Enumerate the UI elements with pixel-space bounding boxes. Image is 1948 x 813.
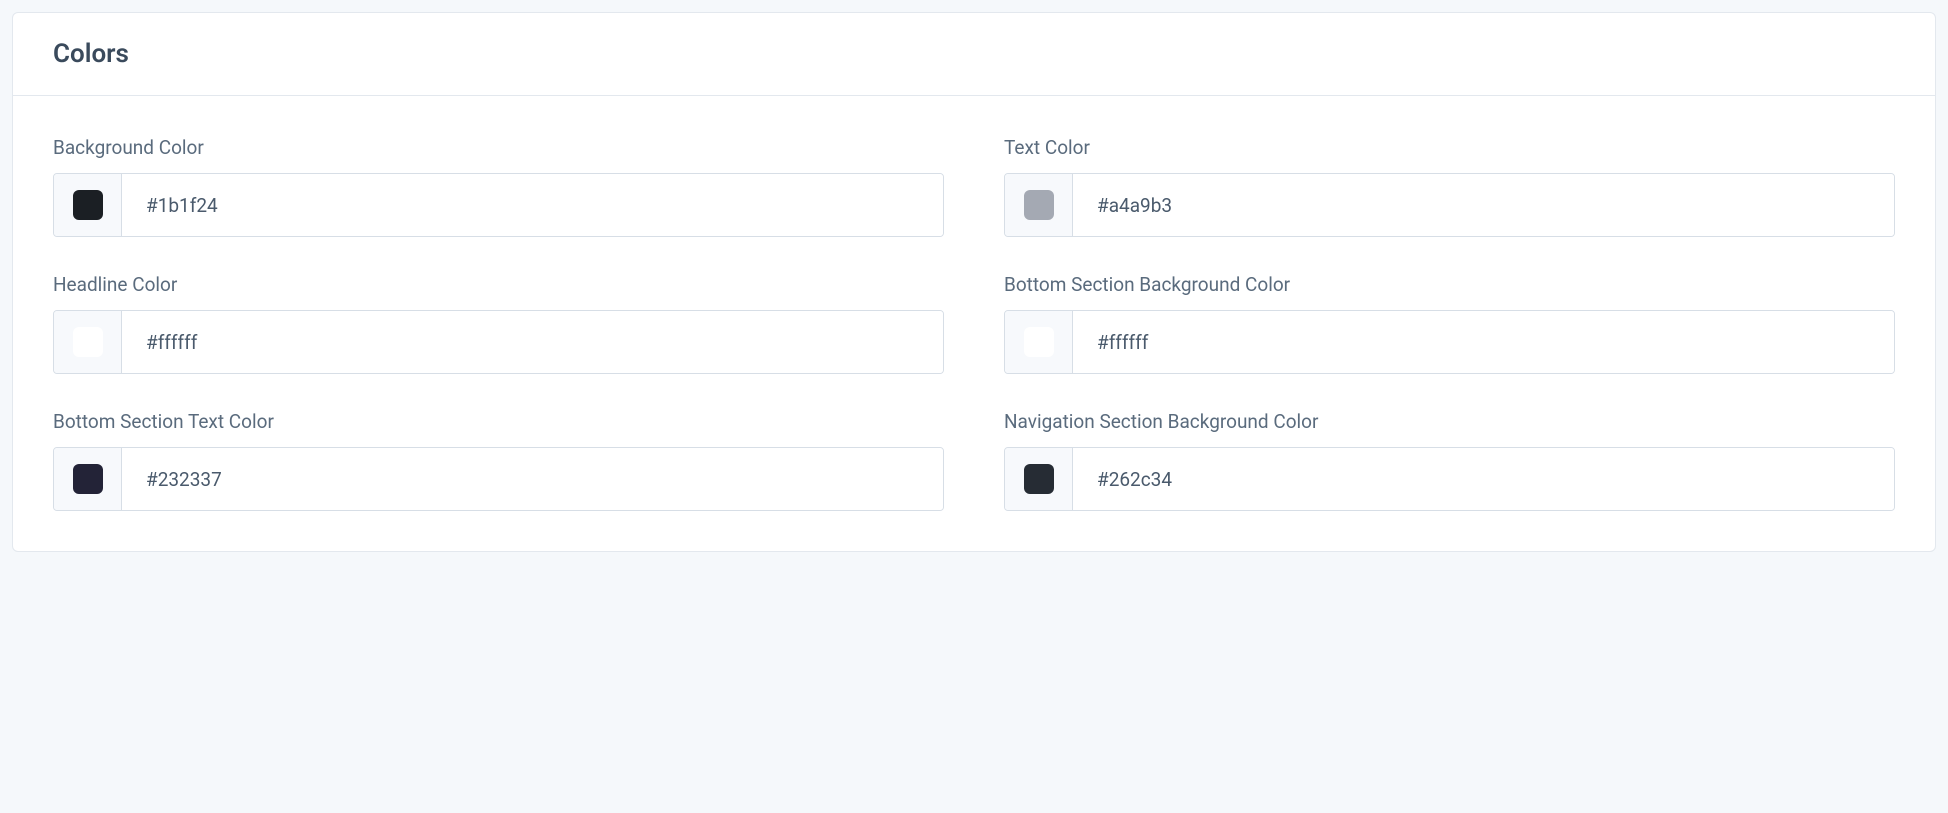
color-input-group <box>1004 310 1895 374</box>
color-value-input[interactable] <box>122 174 943 236</box>
color-input-group <box>1004 447 1895 511</box>
color-fields-grid: Background Color Text Color <box>53 136 1895 511</box>
color-input-group <box>53 310 944 374</box>
colors-card: Colors Background Color Text Color <box>12 12 1936 552</box>
swatch-container <box>1005 174 1073 236</box>
color-swatch[interactable] <box>1024 464 1054 494</box>
swatch-container <box>54 448 122 510</box>
field-headline-color: Headline Color <box>53 273 944 374</box>
color-value-input[interactable] <box>1073 448 1894 510</box>
field-background-color: Background Color <box>53 136 944 237</box>
field-label: Navigation Section Background Color <box>1004 410 1895 433</box>
color-swatch[interactable] <box>73 190 103 220</box>
field-label: Headline Color <box>53 273 944 296</box>
card-title: Colors <box>53 39 1895 69</box>
swatch-container <box>54 311 122 373</box>
color-value-input[interactable] <box>122 448 943 510</box>
color-input-group <box>53 447 944 511</box>
swatch-container <box>1005 448 1073 510</box>
field-label: Text Color <box>1004 136 1895 159</box>
color-input-group <box>53 173 944 237</box>
card-header: Colors <box>13 13 1935 96</box>
color-value-input[interactable] <box>1073 174 1894 236</box>
field-bottom-section-background-color: Bottom Section Background Color <box>1004 273 1895 374</box>
color-swatch[interactable] <box>1024 327 1054 357</box>
field-bottom-section-text-color: Bottom Section Text Color <box>53 410 944 511</box>
color-swatch[interactable] <box>73 464 103 494</box>
color-value-input[interactable] <box>1073 311 1894 373</box>
field-label: Bottom Section Background Color <box>1004 273 1895 296</box>
field-label: Bottom Section Text Color <box>53 410 944 433</box>
color-input-group <box>1004 173 1895 237</box>
field-text-color: Text Color <box>1004 136 1895 237</box>
swatch-container <box>54 174 122 236</box>
color-swatch[interactable] <box>1024 190 1054 220</box>
color-swatch[interactable] <box>73 327 103 357</box>
color-value-input[interactable] <box>122 311 943 373</box>
field-label: Background Color <box>53 136 944 159</box>
card-body: Background Color Text Color <box>13 96 1935 551</box>
swatch-container <box>1005 311 1073 373</box>
field-navigation-section-background-color: Navigation Section Background Color <box>1004 410 1895 511</box>
